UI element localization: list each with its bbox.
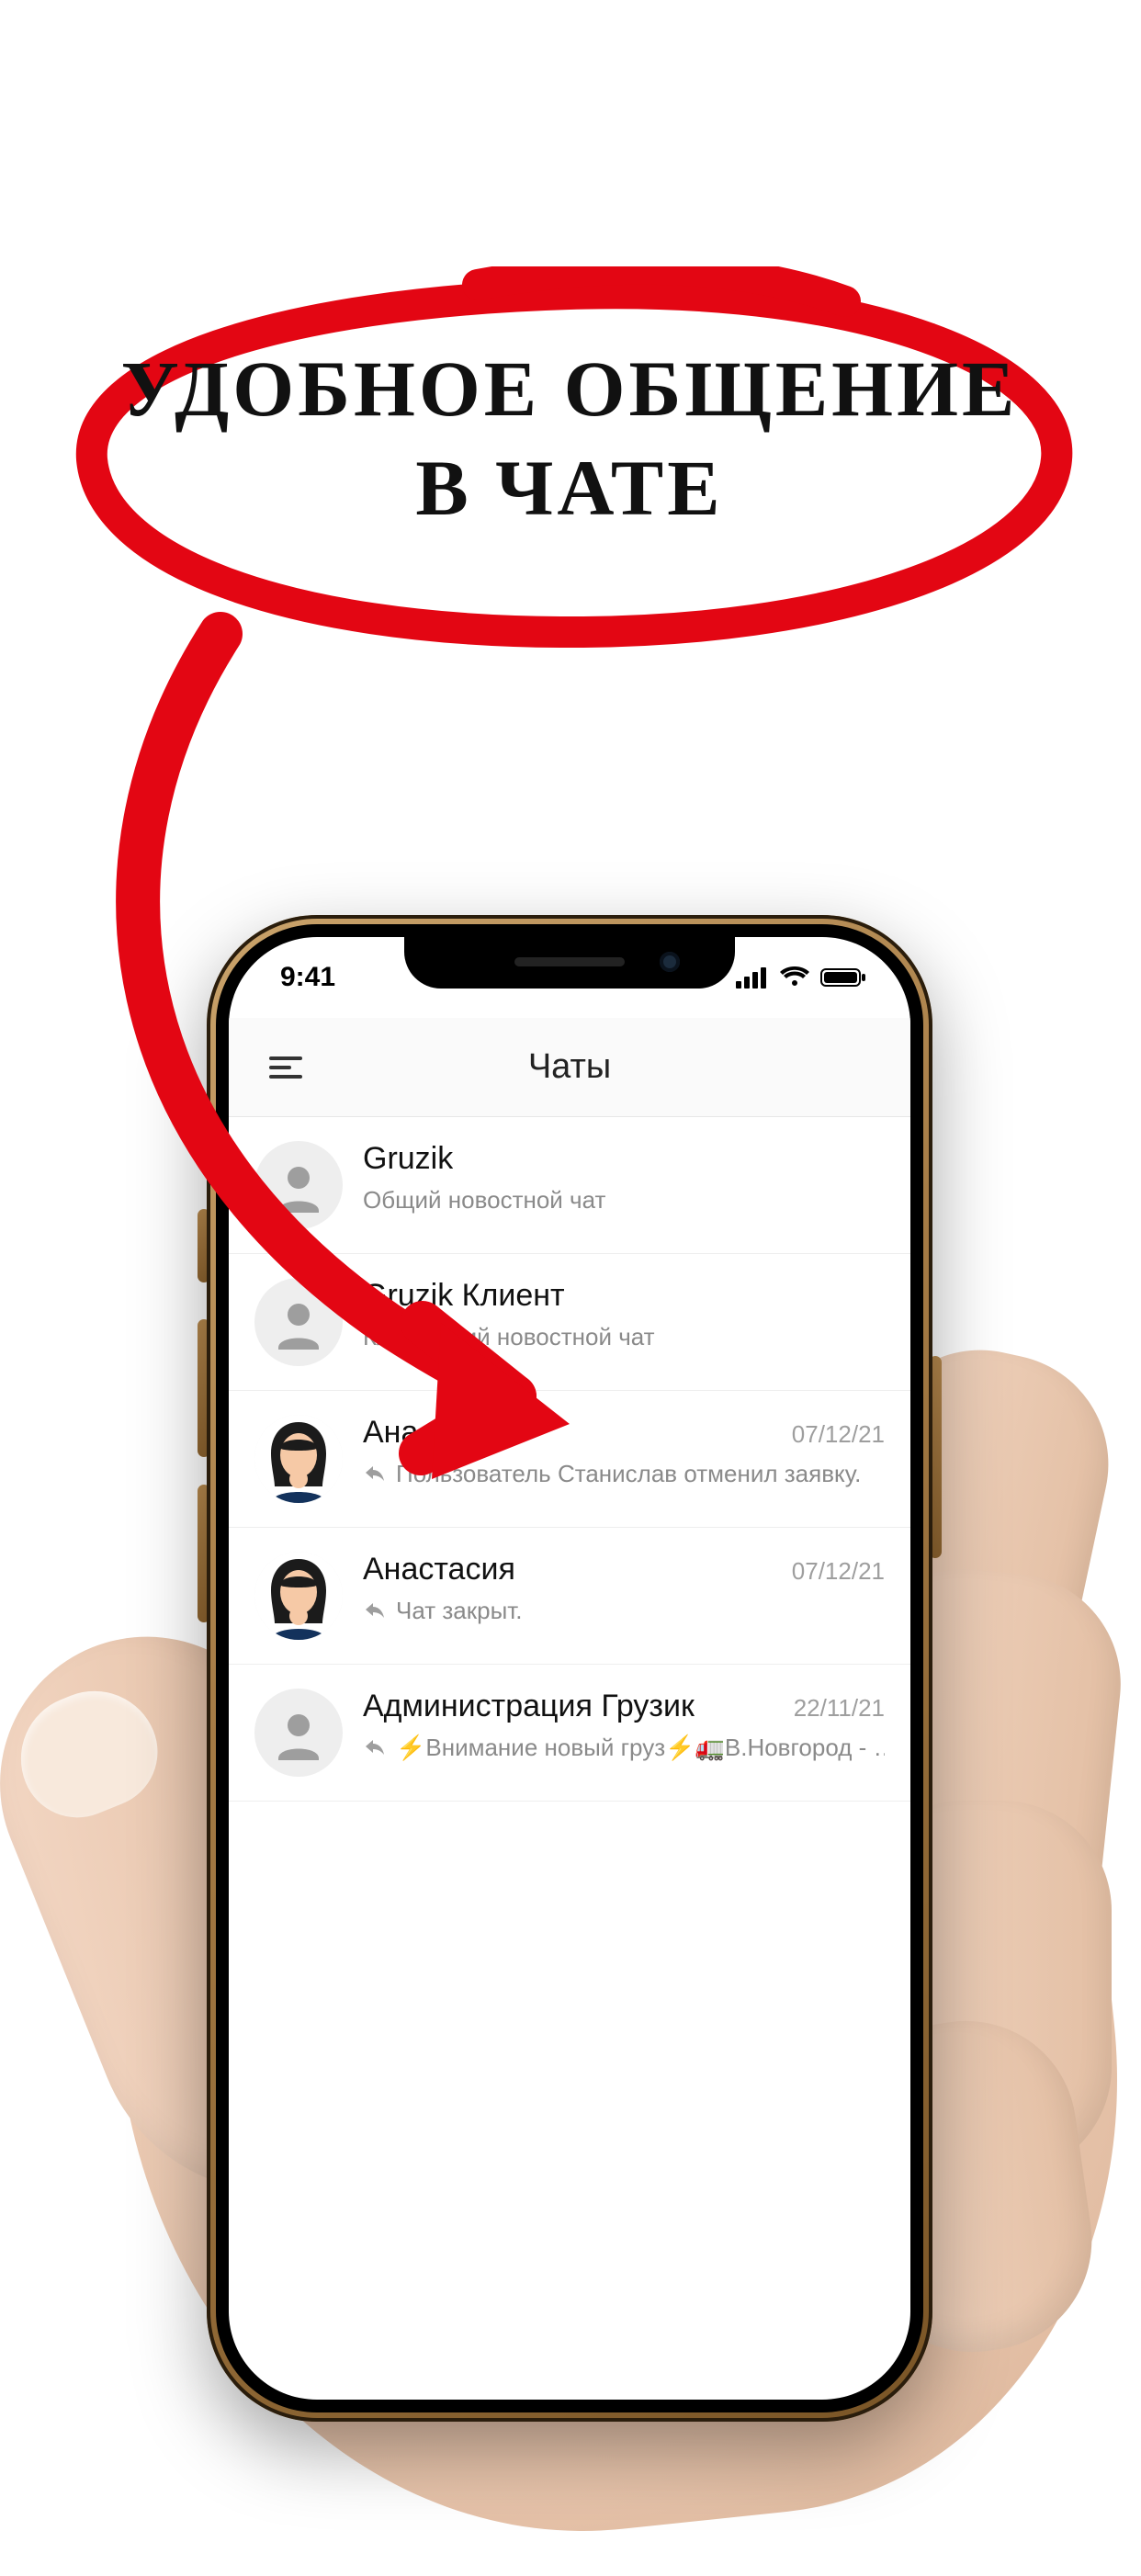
reply-icon (363, 1599, 387, 1623)
reply-icon (363, 1736, 387, 1760)
chat-row-body: Администрация Грузик 22/11/21 ⚡Внимание но… (363, 1689, 885, 1762)
chat-subtitle-text: Чат закрыт. (396, 1597, 523, 1625)
promo-callout-text: УДОБНОЕ ОБЩЕНИЕ В ЧАТЕ (46, 340, 1093, 537)
chat-date: 07/12/21 (792, 1557, 885, 1586)
chat-subtitle: ⚡Внимание новый груз⚡🚛В.Новгород - … (363, 1734, 885, 1762)
battery-icon (820, 966, 866, 989)
promo-callout-line1: УДОБНОЕ ОБЩЕНИЕ (121, 345, 1019, 433)
promo-arrow (110, 625, 753, 1452)
chat-subtitle-text: ⚡Внимание новый груз⚡🚛В.Новгород - … (396, 1734, 885, 1762)
chat-subtitle: Чат закрыт. (363, 1597, 885, 1625)
reply-icon (363, 1463, 387, 1486)
chat-date: 22/11/21 (794, 1694, 885, 1723)
person-icon (271, 1705, 326, 1760)
chat-date: 07/12/21 (792, 1420, 885, 1449)
promo-callout: УДОБНОЕ ОБЩЕНИЕ В ЧАТЕ (46, 266, 1093, 652)
person-female-icon (254, 1552, 343, 1640)
chat-row[interactable]: Анастасия 07/12/21 Чат закрыт. (229, 1528, 910, 1665)
wifi-icon (780, 966, 809, 989)
chat-row[interactable]: Администрация Грузик 22/11/21 ⚡Внимание но… (229, 1665, 910, 1802)
chat-row-body: Анастасия 07/12/21 Чат закрыт. (363, 1552, 885, 1625)
promo-callout-line2: В ЧАТЕ (415, 444, 723, 532)
avatar (254, 1689, 343, 1777)
avatar (254, 1552, 343, 1640)
status-icons (736, 966, 866, 989)
chat-name: Администрация Грузик (363, 1689, 695, 1724)
chat-name: Анастасия (363, 1552, 515, 1587)
